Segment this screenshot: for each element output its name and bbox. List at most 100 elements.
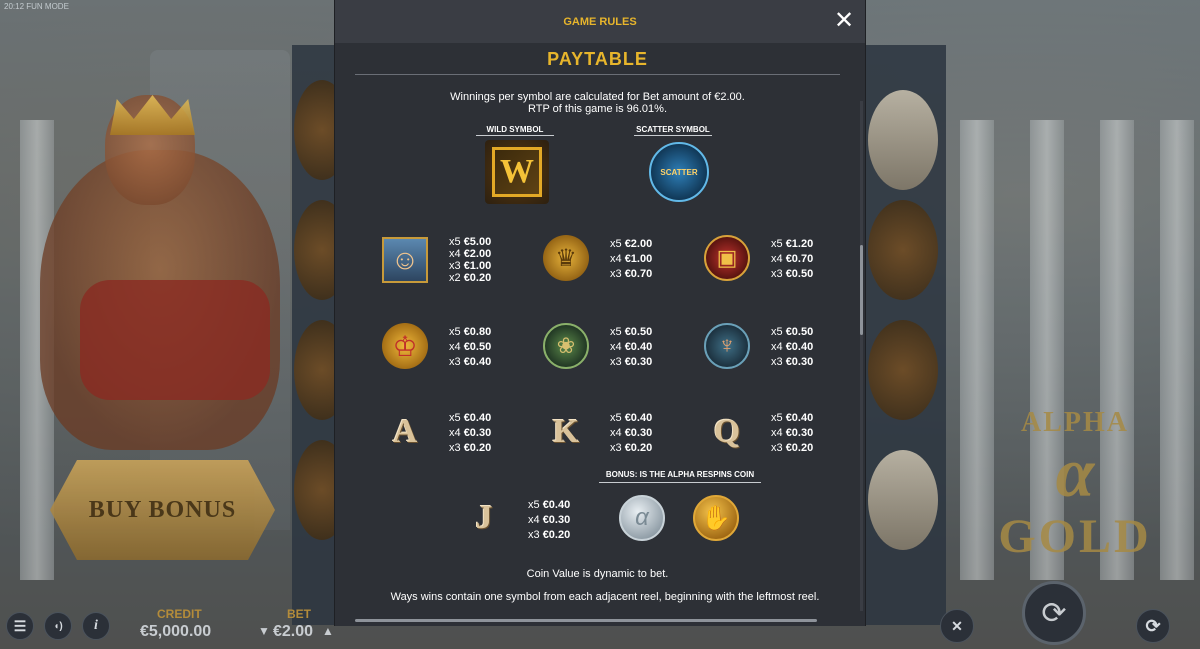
letter-q-icon: Q <box>713 413 741 450</box>
title-divider <box>355 74 840 75</box>
pay-multiplier: x5 <box>610 412 622 424</box>
paytable-entry-q: x5 €0.40 x4 €0.30 x3 €0.20 <box>771 411 813 456</box>
menu-icon: ☰ <box>13 617 27 634</box>
modal-header: GAME RULES ✕ <box>335 0 865 43</box>
paytable-entry-grapes: x5 €0.50 x4 €0.40 x3 €0.30 <box>610 325 652 370</box>
grapes-coin-icon: ❀ <box>543 323 589 369</box>
autoplay-button[interactable]: ⟳ <box>1136 609 1170 643</box>
pay-multiplier: x4 <box>771 341 783 353</box>
reel-symbol <box>868 320 938 420</box>
pay-value: €0.30 <box>785 427 814 439</box>
spin-button[interactable]: ⟳ <box>1022 581 1086 645</box>
pay-value: €0.30 <box>785 356 814 368</box>
bonus-label: BONUS: IS THE ALPHA RESPINS COIN <box>599 470 761 483</box>
zeus-robe <box>80 280 270 400</box>
turbo-button[interactable]: ✕ <box>940 609 974 643</box>
pay-value: €0.70 <box>785 253 814 265</box>
reel-symbol <box>868 90 938 190</box>
pay-multiplier: x5 <box>610 326 622 338</box>
pay-multiplier: x5 <box>771 326 783 338</box>
pay-value: €0.50 <box>624 326 653 338</box>
pay-multiplier: x3 <box>610 356 622 368</box>
ways-text: Ways wins contain one symbol from each a… <box>390 591 820 603</box>
pay-value: €0.40 <box>542 499 571 511</box>
pay-multiplier: x5 <box>528 499 540 511</box>
pay-multiplier: x5 <box>449 412 461 424</box>
modal-title: GAME RULES <box>563 15 637 28</box>
pay-multiplier: x4 <box>449 427 461 439</box>
pay-value: €0.50 <box>785 326 814 338</box>
pay-value: €0.50 <box>785 268 814 280</box>
scrollbar-thumb[interactable] <box>860 245 863 335</box>
pay-multiplier: x4 <box>610 341 622 353</box>
pay-multiplier: x3 <box>771 442 783 454</box>
bet-increase-button[interactable]: ▲ <box>322 624 334 638</box>
horizontal-scrollbar[interactable] <box>355 619 817 622</box>
wild-symbol-label: WILD SYMBOL <box>476 125 554 136</box>
pay-multiplier: x4 <box>771 427 783 439</box>
pay-value: €0.30 <box>542 514 571 526</box>
pay-multiplier: x3 <box>610 268 622 280</box>
sound-button[interactable]: ◖) <box>44 612 72 640</box>
pay-multiplier: x5 <box>771 238 783 250</box>
wild-glyph: W <box>500 153 534 190</box>
scatter-text: SCATTER <box>660 167 698 177</box>
buy-bonus-button[interactable]: BUY BONUS <box>50 460 275 560</box>
reel-symbol <box>868 450 938 550</box>
pay-value: €0.70 <box>624 268 653 280</box>
paytable-entry-a: x5 €0.40 x4 €0.30 x3 €0.20 <box>449 411 491 456</box>
pay-multiplier: x5 <box>771 412 783 424</box>
pay-value: €1.20 <box>785 238 814 250</box>
game-logo: ALPHA α GOLD <box>975 390 1175 580</box>
pay-value: €0.30 <box>624 427 653 439</box>
pay-multiplier: x3 <box>528 529 540 541</box>
letter-a-icon: A <box>392 413 418 450</box>
menu-button[interactable]: ☰ <box>6 612 34 640</box>
pay-multiplier: x4 <box>610 427 622 439</box>
credit-value: €5,000.00 <box>140 623 212 640</box>
scatter-symbol-icon: SCATTER <box>649 142 709 202</box>
pay-value: €0.20 <box>624 442 653 454</box>
close-icon[interactable]: ✕ <box>833 9 855 33</box>
bust-coin-icon: ♛ <box>543 235 589 281</box>
logo-alpha-symbol: α <box>1055 434 1095 512</box>
paytable-entry-k: x5 €0.40 x4 €0.30 x3 €0.20 <box>610 411 652 456</box>
paytable-entry-chest: x5 €1.20 x4 €0.70 x3 €0.50 <box>771 237 813 282</box>
pay-multiplier: x5 <box>610 238 622 250</box>
pay-value: €0.20 <box>542 529 571 541</box>
pay-value: €0.20 <box>463 442 492 454</box>
info-icon: i <box>94 618 98 633</box>
buy-bonus-label: BUY BONUS <box>88 496 237 523</box>
pay-value: €0.40 <box>624 412 653 424</box>
pay-value: €2.00 <box>624 238 653 250</box>
treasure-chest-icon: ▣ <box>704 235 750 281</box>
paytable-entry-bust: x5 €2.00 x4 €1.00 x3 €0.70 <box>610 237 652 282</box>
zeus-portrait-icon: ☺ <box>382 237 428 283</box>
pay-multiplier: x2 <box>449 272 461 284</box>
turbo-icon: ✕ <box>951 617 963 634</box>
paytable-entry-crown: x5 €0.80 x4 €0.50 x3 €0.40 <box>449 325 491 370</box>
rtp-info-text: RTP of this game is 96.01%. <box>528 103 667 115</box>
pay-value: €0.50 <box>463 341 492 353</box>
speaker-icon: ◖) <box>53 620 63 632</box>
pay-value: €0.40 <box>785 341 814 353</box>
hand-coin-icon: ✋ <box>693 495 739 541</box>
bet-info-text: Winnings per symbol are calculated for B… <box>450 91 745 103</box>
scatter-symbol-label: SCATTER SYMBOL <box>634 125 712 136</box>
status-text: 20:12 FUN MODE <box>4 2 69 11</box>
bet-label: BET <box>287 607 311 621</box>
scrollbar-track[interactable] <box>860 101 863 611</box>
pay-value: €0.80 <box>463 326 492 338</box>
alpha-coin-icon: α <box>619 495 665 541</box>
pay-value: €0.30 <box>624 356 653 368</box>
bet-decrease-button[interactable]: ▼ <box>258 624 270 638</box>
spin-icon: ⟳ <box>1041 596 1067 630</box>
paytable-entry-harp: x5 €0.50 x4 €0.40 x3 €0.30 <box>771 325 813 370</box>
pay-multiplier: x4 <box>449 341 461 353</box>
paytable-title: PAYTABLE <box>547 49 648 69</box>
pay-multiplier: x4 <box>528 514 540 526</box>
paytable-entry-zeus: x5 €5.00 x4 €2.00 x3 €1.00 x2 €0.20 <box>449 235 491 286</box>
pay-value: €0.40 <box>463 356 492 368</box>
game-rules-modal: GAME RULES ✕ PAYTABLE Winnings per symbo… <box>334 0 866 626</box>
info-button[interactable]: i <box>82 612 110 640</box>
